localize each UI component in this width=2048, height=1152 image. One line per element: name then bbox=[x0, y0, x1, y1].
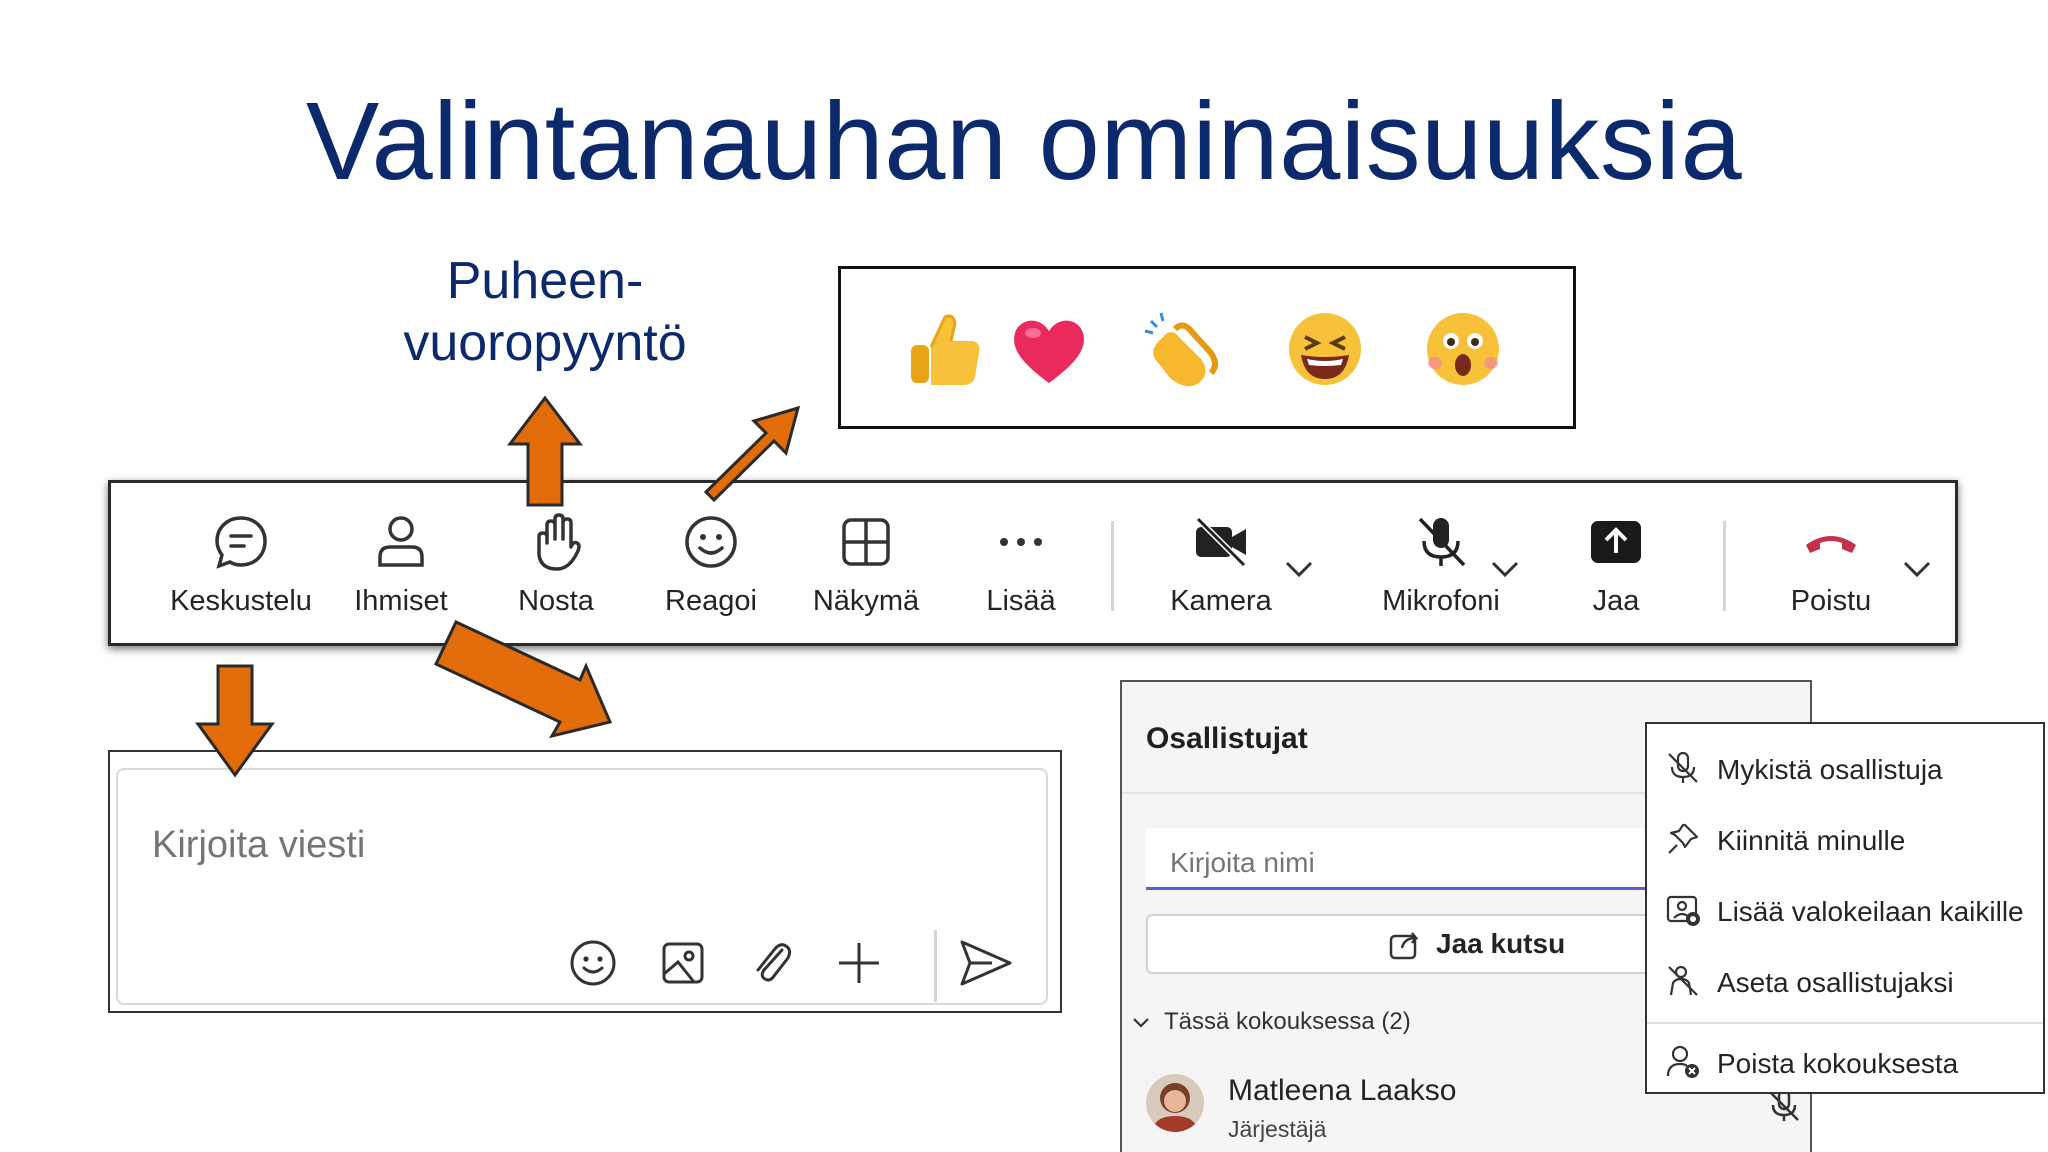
mic-off-icon bbox=[1668, 751, 1698, 783]
chat-label: Keskustelu bbox=[170, 585, 312, 617]
more-button[interactable]: Lisää bbox=[951, 513, 1091, 633]
menu-item-remove[interactable]: Poista kokouksesta bbox=[1647, 1034, 2043, 1090]
people-label: Ihmiset bbox=[354, 585, 448, 617]
compose-divider bbox=[934, 930, 937, 1002]
participant-name: Matleena Laakso bbox=[1228, 1074, 1457, 1107]
react-button[interactable]: Reagoi bbox=[641, 513, 781, 633]
view-label: Näkymä bbox=[812, 585, 920, 617]
chat-icon bbox=[215, 516, 267, 569]
avatar bbox=[1146, 1074, 1204, 1132]
toolbar-divider bbox=[1723, 521, 1726, 611]
clap-emoji[interactable] bbox=[1141, 307, 1225, 391]
send-icon[interactable] bbox=[958, 938, 1014, 988]
like-emoji[interactable] bbox=[901, 307, 985, 391]
remove-person-icon bbox=[1666, 1045, 1699, 1078]
panel-title: Osallistujat bbox=[1146, 722, 1308, 755]
camera-label: Kamera bbox=[1170, 585, 1272, 617]
mic-options-chevron-down-icon[interactable] bbox=[1489, 557, 1521, 581]
menu-label: Lisää valokeilaan kaikille bbox=[1717, 896, 2024, 927]
pin-icon bbox=[1668, 823, 1699, 854]
camera-options-chevron-down-icon[interactable] bbox=[1283, 557, 1315, 581]
share-invite-label: Jaa kutsu bbox=[1436, 928, 1566, 959]
attendee-icon bbox=[1668, 965, 1698, 996]
leave-label: Poistu bbox=[1790, 585, 1872, 617]
menu-divider bbox=[1647, 1022, 2043, 1024]
heart-emoji[interactable] bbox=[1007, 307, 1091, 391]
leave-options-chevron-down-icon[interactable] bbox=[1901, 557, 1933, 581]
more-icon bbox=[1000, 538, 1042, 546]
menu-item-make-attendee[interactable]: Aseta osallistujaksi bbox=[1647, 953, 2043, 1009]
callout-line-1: Puheen- bbox=[446, 252, 644, 310]
smile-icon bbox=[685, 516, 737, 568]
meeting-toolbar: Keskustelu Ihmiset Nosta Reagoi Näkymä L… bbox=[108, 480, 1958, 646]
react-label: Reagoi bbox=[665, 585, 757, 617]
share-label: Jaa bbox=[1592, 585, 1640, 617]
hang-up-icon bbox=[1806, 536, 1856, 553]
section-label: Tässä kokouksessa (2) bbox=[1164, 1008, 1411, 1035]
participant-role: Järjestäjä bbox=[1228, 1116, 1327, 1142]
camera-off-icon bbox=[1195, 516, 1247, 568]
people-button[interactable]: Ihmiset bbox=[331, 513, 471, 633]
chat-compose-box bbox=[108, 750, 1062, 1013]
raise-hand-callout: Puheen- vuoropyyntö bbox=[380, 250, 710, 374]
menu-label: Aseta osallistujaksi bbox=[1717, 967, 1954, 998]
slide-title: Valintanauhan ominaisuuksia bbox=[305, 80, 1743, 203]
surprised-emoji[interactable] bbox=[1421, 307, 1505, 391]
more-label: Lisää bbox=[986, 585, 1056, 617]
share-icon bbox=[1389, 932, 1419, 960]
chat-button[interactable]: Keskustelu bbox=[161, 513, 321, 633]
participant-context-menu: Mykistä osallistuja Kiinnitä minulle Lis… bbox=[1645, 722, 2045, 1094]
share-screen-icon bbox=[1591, 521, 1641, 563]
microphone-label: Mikrofoni bbox=[1382, 585, 1500, 617]
plus-icon[interactable] bbox=[834, 938, 884, 988]
menu-item-mute[interactable]: Mykistä osallistuja bbox=[1647, 740, 2043, 796]
grid-view-icon bbox=[842, 518, 890, 566]
raise-hand-label: Nosta bbox=[518, 585, 594, 617]
raise-hand-button[interactable]: Nosta bbox=[486, 513, 626, 633]
view-button[interactable]: Näkymä bbox=[796, 513, 936, 633]
mic-off-icon bbox=[1418, 517, 1466, 567]
share-button[interactable]: Jaa bbox=[1551, 513, 1681, 633]
menu-label: Poista kokouksesta bbox=[1717, 1048, 1959, 1079]
menu-label: Mykistä osallistuja bbox=[1717, 754, 1943, 785]
message-input[interactable] bbox=[152, 824, 752, 867]
chevron-down-icon bbox=[1133, 1017, 1149, 1028]
emoji-icon[interactable] bbox=[568, 938, 618, 988]
image-icon[interactable] bbox=[658, 938, 708, 988]
in-meeting-section[interactable]: Tässä kokouksessa (2) bbox=[1132, 1008, 1411, 1036]
people-icon bbox=[378, 516, 424, 567]
attach-icon[interactable] bbox=[748, 938, 798, 988]
hand-icon bbox=[537, 513, 581, 571]
callout-line-2: vuoropyyntö bbox=[403, 314, 687, 372]
laugh-emoji[interactable] bbox=[1283, 307, 1367, 391]
menu-item-pin[interactable]: Kiinnitä minulle bbox=[1647, 811, 2043, 867]
spotlight-icon bbox=[1666, 895, 1700, 926]
menu-item-spotlight[interactable]: Lisää valokeilaan kaikille bbox=[1647, 882, 2043, 938]
menu-label: Kiinnitä minulle bbox=[1717, 825, 1906, 856]
compose-frame bbox=[116, 768, 1048, 1005]
toolbar-divider bbox=[1111, 521, 1114, 611]
camera-button[interactable]: Kamera bbox=[1141, 513, 1301, 633]
reactions-panel bbox=[838, 266, 1576, 429]
leave-button[interactable]: Poistu bbox=[1751, 513, 1911, 633]
